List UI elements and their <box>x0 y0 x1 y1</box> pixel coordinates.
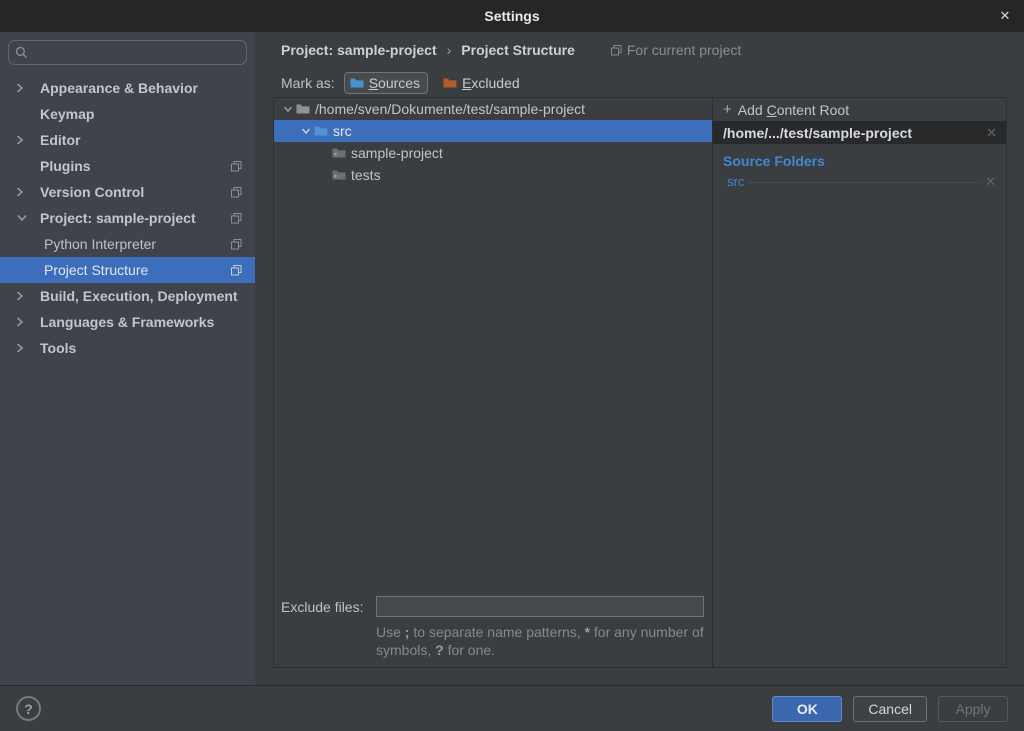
current-project-icon <box>231 239 242 250</box>
chevron-right-icon <box>16 342 40 354</box>
sidebar-item-label: Keymap <box>40 106 94 122</box>
plus-icon: + <box>723 102 732 117</box>
sidebar-item-version-control[interactable]: Version Control <box>0 179 255 205</box>
sidebar-item-plugins[interactable]: Plugins <box>0 153 255 179</box>
mark-excluded-button[interactable]: Excluded <box>437 72 528 94</box>
sidebar-item-build-execution-deployment[interactable]: Build, Execution, Deployment <box>0 283 255 309</box>
chevron-down-icon[interactable] <box>298 128 314 135</box>
sidebar-item-appearance-behavior[interactable]: Appearance & Behavior <box>0 75 255 101</box>
exclude-files-label: Exclude files: <box>281 599 376 615</box>
tree-item-label: sample-project <box>351 145 443 161</box>
sidebar-item-tools[interactable]: Tools <box>0 335 255 361</box>
source-folder-icon <box>314 125 328 137</box>
tree-item-label: src <box>333 123 352 139</box>
context-note-label: For current project <box>627 42 741 58</box>
breadcrumb: Project: sample-project › Project Struct… <box>255 32 1024 68</box>
tree-row-src[interactable]: src <box>274 120 712 142</box>
search-input[interactable] <box>33 45 240 60</box>
sidebar-item-label: Appearance & Behavior <box>40 80 198 96</box>
source-folder-entry[interactable]: src ✕ <box>713 172 1006 190</box>
sidebar-item-project-structure[interactable]: Project Structure <box>0 257 255 283</box>
sidebar-item-label: Plugins <box>40 158 91 174</box>
folder-icon <box>332 147 346 159</box>
current-project-icon <box>611 45 622 56</box>
sidebar-item-languages-frameworks[interactable]: Languages & Frameworks <box>0 309 255 335</box>
tree-item-label: tests <box>351 167 381 183</box>
excluded-label: Excluded <box>462 75 520 91</box>
folder-icon <box>332 169 346 181</box>
ok-button[interactable]: OK <box>772 696 842 722</box>
chevron-down-icon[interactable] <box>280 106 296 113</box>
sidebar-item-label: Project Structure <box>44 262 148 278</box>
settings-menu: Appearance & Behavior Keymap Editor Plug… <box>0 75 255 361</box>
dotted-leader <box>749 182 980 183</box>
sidebar-item-label: Tools <box>40 340 76 356</box>
content-panels: /home/sven/Dokumente/test/sample-project… <box>273 97 1007 668</box>
mark-as-label: Mark as: <box>281 75 335 91</box>
sidebar-item-project-sample-project[interactable]: Project: sample-project <box>0 205 255 231</box>
add-content-root-button[interactable]: + Add Content Root <box>713 98 1006 121</box>
chevron-down-icon <box>16 214 40 222</box>
sidebar-item-editor[interactable]: Editor <box>0 127 255 153</box>
chevron-right-icon <box>16 290 40 302</box>
tree-item-label: /home/sven/Dokumente/test/sample-project <box>315 101 585 117</box>
remove-source-folder-icon[interactable]: ✕ <box>985 174 996 190</box>
current-project-icon <box>231 161 242 172</box>
current-project-icon <box>231 187 242 198</box>
current-project-icon <box>231 265 242 276</box>
for-current-project-note: For current project <box>611 42 741 58</box>
titlebar: Settings ✕ <box>0 0 1024 32</box>
chevron-right-icon <box>16 186 40 198</box>
tree-row-sample-project[interactable]: sample-project <box>274 142 712 164</box>
sidebar-item-label: Project: sample-project <box>40 210 196 226</box>
search-icon <box>15 46 28 59</box>
add-content-root-label: Add Content Root <box>738 102 849 118</box>
sidebar-item-label: Editor <box>40 132 80 148</box>
sidebar-item-label: Version Control <box>40 184 144 200</box>
excluded-folder-icon <box>443 77 457 89</box>
main-panel: Project: sample-project › Project Struct… <box>255 32 1024 685</box>
chevron-right-icon <box>16 82 40 94</box>
content-root-entry[interactable]: /home/.../test/sample-project ✕ <box>713 121 1006 144</box>
sidebar-item-keymap[interactable]: Keymap <box>0 101 255 127</box>
settings-sidebar: Appearance & Behavior Keymap Editor Plug… <box>0 32 255 685</box>
project-tree-pane: /home/sven/Dokumente/test/sample-project… <box>274 98 712 667</box>
breadcrumb-separator-icon: › <box>447 42 452 58</box>
content-roots-pane: + Add Content Root /home/.../test/sample… <box>712 98 1006 667</box>
sidebar-item-label: Python Interpreter <box>44 236 156 252</box>
breadcrumb-project: Project: sample-project <box>281 42 437 58</box>
current-project-icon <box>231 213 242 224</box>
content-root-path: /home/.../test/sample-project <box>723 125 912 141</box>
sidebar-item-label: Build, Execution, Deployment <box>40 288 238 304</box>
source-folder-name: src <box>727 174 744 189</box>
exclude-files-input[interactable] <box>376 596 704 617</box>
sources-label: Sources <box>369 75 420 91</box>
cancel-button[interactable]: Cancel <box>853 696 927 722</box>
close-icon[interactable]: ✕ <box>997 8 1013 24</box>
mark-sources-button[interactable]: Sources <box>344 72 428 94</box>
page-title: Project Structure <box>461 42 575 58</box>
dialog-footer: ? OK Cancel Apply <box>0 685 1024 731</box>
help-button[interactable]: ? <box>16 696 41 721</box>
tree-row-content-root[interactable]: /home/sven/Dokumente/test/sample-project <box>274 98 712 120</box>
apply-button: Apply <box>938 696 1008 722</box>
chevron-right-icon <box>16 134 40 146</box>
source-folders-heading: Source Folders <box>713 144 1006 172</box>
sidebar-item-label: Languages & Frameworks <box>40 314 214 330</box>
search-box[interactable] <box>8 40 247 65</box>
exclude-files-section: Exclude files: Use ; to separate name pa… <box>274 596 712 667</box>
window-title: Settings <box>484 8 539 24</box>
sources-folder-icon <box>350 77 364 89</box>
chevron-right-icon <box>16 316 40 328</box>
exclude-files-help-text: Use ; to separate name patterns, * for a… <box>376 623 712 659</box>
sidebar-item-python-interpreter[interactable]: Python Interpreter <box>0 231 255 257</box>
tree-row-tests[interactable]: tests <box>274 164 712 186</box>
remove-content-root-icon[interactable]: ✕ <box>986 125 997 141</box>
folder-icon <box>296 103 310 115</box>
mark-as-toolbar: Mark as: Sources Excluded <box>255 68 1024 97</box>
